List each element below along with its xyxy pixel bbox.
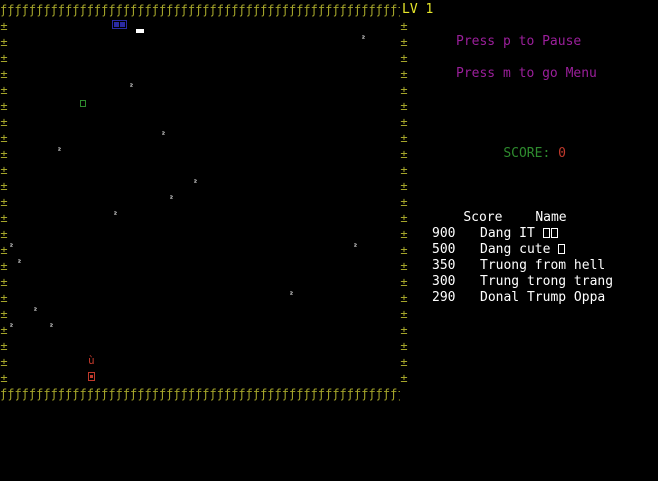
- wall-segment-icon: ±: [400, 243, 408, 257]
- wall-segment-icon: ±: [0, 51, 8, 65]
- wall-segment-icon: ±: [400, 355, 408, 369]
- wall-segment-icon: ±: [0, 131, 8, 145]
- obstacle-icon: ²: [57, 146, 62, 155]
- obstacle-icon: ²: [361, 34, 366, 43]
- player-snake-icon: [112, 20, 127, 29]
- wall-segment-icon: ±: [0, 195, 8, 209]
- wall-segment-icon: ±: [0, 67, 8, 81]
- highscore-row: 500 Dang cute: [432, 242, 566, 258]
- obstacle-icon: ²: [169, 194, 174, 203]
- wall-segment-icon: ±: [400, 307, 408, 321]
- obstacle-icon: ²: [193, 178, 198, 187]
- wall-segment-icon: ±: [0, 291, 8, 305]
- enemy-snake-head-icon: ù: [88, 354, 95, 367]
- level-label: LV 1: [402, 2, 434, 17]
- obstacle-icon: ²: [17, 258, 22, 267]
- top-wall: ƒƒƒƒƒƒƒƒƒƒƒƒƒƒƒƒƒƒƒƒƒƒƒƒƒƒƒƒƒƒƒƒƒƒƒƒƒƒƒƒ…: [0, 3, 400, 17]
- wall-segment-icon: ±: [0, 19, 8, 33]
- wall-segment-icon: ±: [0, 275, 8, 289]
- unknown-glyph-icon: [550, 228, 558, 238]
- highscore-name: Donal Trump Oppa: [480, 290, 606, 305]
- highscore-row: 290 Donal Trump Oppa: [432, 290, 605, 306]
- wall-segment-icon: ±: [0, 179, 8, 193]
- obstacle-icon: ²: [289, 290, 294, 299]
- pause-hint: Press p to Pause: [456, 34, 582, 49]
- obstacle-icon: ²: [353, 242, 358, 251]
- game-screen: ƒƒƒƒƒƒƒƒƒƒƒƒƒƒƒƒƒƒƒƒƒƒƒƒƒƒƒƒƒƒƒƒƒƒƒƒƒƒƒƒ…: [0, 0, 658, 481]
- enemy-snake-tail-icon: [88, 372, 95, 381]
- obstacle-icon: ²: [9, 322, 14, 331]
- wall-segment-icon: ±: [0, 115, 8, 129]
- obstacle-icon: ²: [33, 306, 38, 315]
- wall-segment-icon: ±: [400, 179, 408, 193]
- bottom-wall: ƒƒƒƒƒƒƒƒƒƒƒƒƒƒƒƒƒƒƒƒƒƒƒƒƒƒƒƒƒƒƒƒƒƒƒƒƒƒƒƒ…: [0, 387, 400, 401]
- unknown-glyph-icon: [558, 244, 566, 254]
- wall-segment-icon: ±: [400, 227, 408, 241]
- wall-segment-icon: ±: [0, 259, 8, 273]
- wall-segment-icon: ±: [400, 131, 408, 145]
- wall-segment-icon: ±: [0, 307, 8, 321]
- wall-segment-icon: ±: [400, 291, 408, 305]
- wall-segment-icon: ±: [400, 147, 408, 161]
- snake-cursor-icon: [136, 29, 144, 33]
- highscore-name: Trung trong trang: [480, 274, 614, 289]
- wall-segment-icon: ±: [400, 35, 408, 49]
- highscore-header-name: Name: [535, 210, 567, 225]
- wall-segment-icon: ±: [400, 339, 408, 353]
- menu-hint: Press m to go Menu: [456, 66, 597, 81]
- highscore-score: 350: [432, 258, 456, 273]
- wall-segment-icon: ±: [0, 147, 8, 161]
- highscore-score: 500: [432, 242, 456, 257]
- wall-segment-icon: ±: [0, 243, 8, 257]
- highscore-score: 900: [432, 226, 456, 241]
- wall-segment-icon: ±: [400, 323, 408, 337]
- wall-segment-icon: ±: [0, 83, 8, 97]
- wall-segment-icon: ±: [400, 259, 408, 273]
- highscore-name: Dang IT: [480, 226, 543, 241]
- wall-segment-icon: ±: [400, 163, 408, 177]
- score-label: SCORE:: [503, 146, 559, 161]
- obstacle-icon: ²: [113, 210, 118, 219]
- wall-segment-icon: ±: [0, 35, 8, 49]
- wall-segment-icon: ±: [0, 163, 8, 177]
- wall-segment-icon: ±: [0, 339, 8, 353]
- highscore-name: Dang cute: [480, 242, 559, 257]
- highscore-row: 350 Truong from hell: [432, 258, 605, 274]
- obstacle-icon: ²: [129, 82, 134, 91]
- highscore-score: 290: [432, 290, 456, 305]
- score-value: 0: [558, 146, 566, 161]
- wall-segment-icon: ±: [400, 115, 408, 129]
- wall-segment-icon: ±: [400, 83, 408, 97]
- wall-segment-icon: ±: [0, 211, 8, 225]
- wall-segment-icon: ±: [0, 99, 8, 113]
- obstacle-icon: ²: [9, 242, 14, 251]
- wall-segment-icon: ±: [400, 51, 408, 65]
- wall-segment-icon: ±: [0, 227, 8, 241]
- wall-segment-icon: ±: [400, 371, 408, 385]
- wall-segment-icon: ±: [400, 19, 408, 33]
- highscore-row: 300 Trung trong trang: [432, 274, 613, 290]
- obstacle-icon: ²: [49, 322, 54, 331]
- highscore-header-score: Score: [463, 210, 503, 225]
- wall-segment-icon: ±: [400, 99, 408, 113]
- wall-segment-icon: ±: [400, 195, 408, 209]
- highscore-score: 300: [432, 274, 456, 289]
- wall-segment-icon: ±: [400, 275, 408, 289]
- wall-segment-icon: ±: [0, 371, 8, 385]
- wall-segment-icon: ±: [0, 323, 8, 337]
- highscore-row: 900 Dang IT: [432, 226, 559, 242]
- unknown-glyph-icon: [542, 228, 550, 238]
- wall-segment-icon: ±: [400, 211, 408, 225]
- highscore-name: Truong from hell: [480, 258, 606, 273]
- wall-segment-icon: ±: [0, 355, 8, 369]
- score-display: SCORE: 0: [472, 130, 566, 178]
- obstacle-icon: ²: [161, 130, 166, 139]
- food-icon: [80, 100, 86, 107]
- wall-segment-icon: ±: [400, 67, 408, 81]
